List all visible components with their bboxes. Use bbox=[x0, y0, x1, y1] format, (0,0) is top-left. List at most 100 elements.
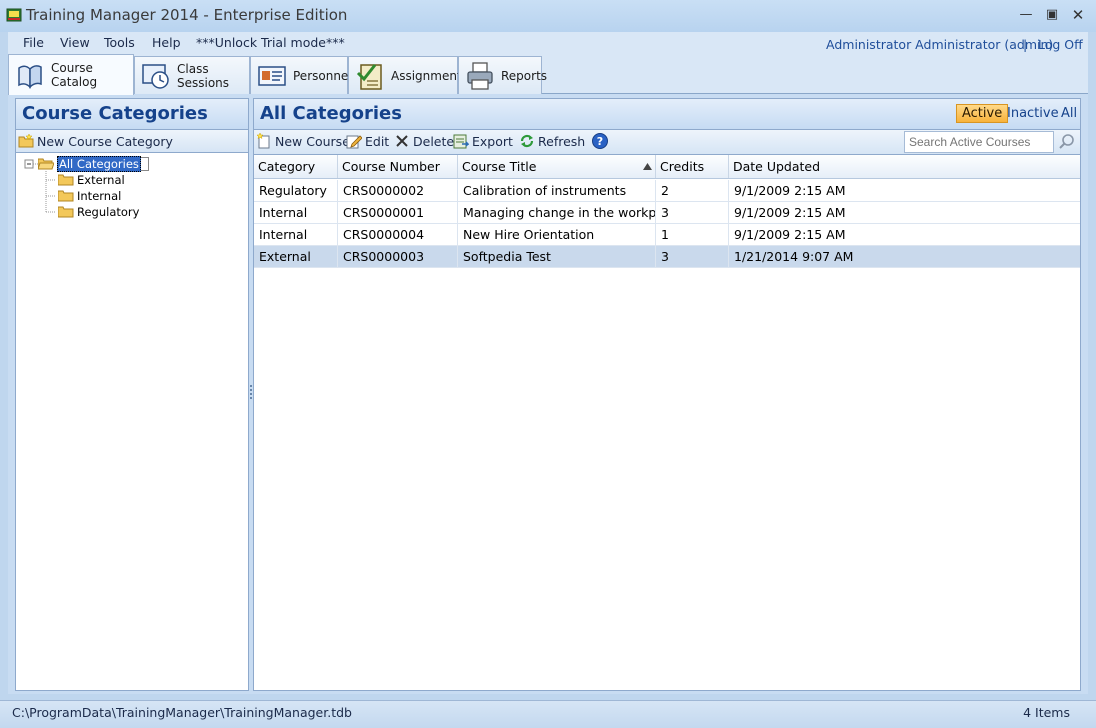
cell-category: Internal bbox=[254, 224, 338, 245]
new-folder-icon bbox=[18, 133, 34, 148]
menu-help[interactable]: Help bbox=[152, 35, 181, 50]
app-icon bbox=[6, 8, 22, 22]
cell-course-title: Calibration of instruments bbox=[458, 180, 656, 201]
column-header-course-title[interactable]: Course Title bbox=[458, 155, 656, 178]
tab-course-catalog[interactable]: Course Catalog bbox=[8, 54, 134, 95]
course-toolbar: New Course Edit Delete Export Refresh ? … bbox=[253, 130, 1081, 154]
tab-reports[interactable]: Reports bbox=[458, 56, 547, 94]
new-course-label: New Course bbox=[275, 133, 350, 149]
cell-credits: 2 bbox=[656, 180, 729, 201]
filter-all[interactable]: All bbox=[1056, 105, 1082, 122]
printer-icon bbox=[467, 61, 493, 90]
left-panel-title: Course Categories bbox=[15, 98, 249, 130]
menu-bar: File View Tools Help ***Unlock Trial mod… bbox=[8, 32, 1088, 54]
tree-edit-box bbox=[140, 157, 149, 171]
category-tree: All Categories External Internal Regulat… bbox=[15, 152, 249, 691]
tree-node-label: All Categories bbox=[56, 155, 142, 173]
tree-node-label: External bbox=[77, 173, 125, 187]
edit-icon bbox=[346, 135, 362, 149]
menu-file[interactable]: File bbox=[23, 35, 44, 50]
column-header-course-number[interactable]: Course Number bbox=[338, 155, 458, 178]
cell-category: Internal bbox=[254, 202, 338, 223]
tree-node-all-categories[interactable]: All Categories bbox=[38, 155, 149, 173]
menu-unlock-trial[interactable]: ***Unlock Trial mode*** bbox=[196, 35, 345, 50]
export-label: Export bbox=[472, 133, 513, 149]
tree-node-external[interactable]: External bbox=[58, 172, 125, 188]
logoff-link[interactable]: Log Off bbox=[1038, 37, 1083, 52]
status-bar: C:\ProgramData\TrainingManager\TrainingM… bbox=[0, 700, 1096, 728]
cell-course-title: Managing change in the workplace bbox=[458, 202, 656, 223]
cell-date-updated: 9/1/2009 2:15 AM bbox=[734, 205, 846, 220]
tree-node-label: Regulatory bbox=[77, 205, 140, 219]
refresh-button[interactable]: Refresh bbox=[519, 132, 585, 150]
edit-label: Edit bbox=[365, 133, 390, 149]
export-icon bbox=[453, 134, 469, 149]
menu-tools[interactable]: Tools bbox=[104, 35, 135, 50]
help-icon: ? bbox=[592, 133, 608, 149]
left-toolbar: New Course Category bbox=[15, 130, 249, 152]
cell-course-number: CRS0000003 bbox=[338, 246, 458, 267]
open-folder-icon bbox=[38, 158, 54, 170]
new-course-button[interactable]: New Course bbox=[256, 132, 350, 150]
cell-course-number: CRS0000002 bbox=[338, 180, 458, 201]
delete-icon bbox=[396, 135, 408, 147]
new-document-icon bbox=[256, 133, 270, 149]
edit-button[interactable]: Edit bbox=[346, 132, 389, 150]
grid-header: Category Course Number Course Title Cred… bbox=[254, 155, 1080, 179]
help-button[interactable]: ? bbox=[592, 132, 611, 150]
folder-icon bbox=[58, 206, 74, 218]
window-title: Training Manager 2014 - Enterprise Editi… bbox=[26, 6, 348, 24]
main-area: Course Categories New Course Category Al… bbox=[8, 94, 1088, 694]
title-bar: Training Manager 2014 - Enterprise Editi… bbox=[0, 0, 1096, 32]
new-course-category-button[interactable]: New Course Category bbox=[18, 132, 173, 150]
user-separator: | bbox=[1023, 37, 1028, 52]
tab-personnel[interactable]: Personnel bbox=[250, 56, 352, 94]
checklist-icon bbox=[356, 63, 382, 90]
id-card-icon bbox=[258, 65, 286, 86]
tab-label: Personnel bbox=[293, 68, 352, 83]
filter-active[interactable]: Active bbox=[956, 104, 1009, 123]
tab-label: Reports bbox=[501, 68, 548, 83]
cell-course-title: Softpedia Test bbox=[458, 246, 656, 267]
right-panel-title: All Categories bbox=[260, 103, 402, 124]
menu-view[interactable]: View bbox=[60, 35, 90, 50]
new-course-category-label: New Course Category bbox=[37, 133, 173, 149]
filter-inactive[interactable]: Inactive bbox=[1002, 105, 1064, 122]
right-panel-header: All Categories Active Inactive All bbox=[253, 98, 1081, 130]
column-header-category[interactable]: Category bbox=[254, 155, 338, 178]
column-header-label: Course Title bbox=[462, 159, 537, 174]
cell-course-number: CRS0000001 bbox=[338, 202, 458, 223]
minimize-button[interactable]: — bbox=[1016, 6, 1036, 24]
cell-date-updated: 9/1/2009 2:15 AM bbox=[734, 183, 846, 198]
svg-text:?: ? bbox=[597, 135, 603, 148]
database-path: C:\ProgramData\TrainingManager\TrainingM… bbox=[12, 705, 352, 720]
cell-category: Regulatory bbox=[254, 180, 338, 201]
tab-label: Course Catalog bbox=[51, 61, 98, 89]
cell-category: External bbox=[254, 246, 338, 267]
search-icon[interactable] bbox=[1058, 133, 1076, 151]
module-tabs: Course Catalog Class Sessions Personnel … bbox=[8, 54, 1088, 95]
table-row[interactable]: Internal CRS0000004 New Hire Orientation… bbox=[254, 224, 1080, 246]
folder-icon bbox=[58, 190, 74, 202]
delete-button[interactable]: Delete bbox=[394, 132, 454, 150]
cell-date-updated: 1/21/2014 9:07 AM bbox=[734, 249, 854, 264]
column-header-credits[interactable]: Credits bbox=[656, 155, 729, 178]
search-input[interactable] bbox=[904, 131, 1054, 153]
cell-credits: 1 bbox=[656, 224, 729, 245]
maximize-button[interactable]: ▣ bbox=[1042, 6, 1062, 24]
table-row[interactable]: Internal CRS0000001 Managing change in t… bbox=[254, 202, 1080, 224]
close-button[interactable]: ✕ bbox=[1068, 6, 1088, 24]
table-row[interactable]: Regulatory CRS0000002 Calibration of ins… bbox=[254, 180, 1080, 202]
column-header-date-updated[interactable]: Date Updated bbox=[729, 155, 1080, 178]
table-row-selected[interactable]: External CRS0000003 Softpedia Test 3 1/2… bbox=[254, 246, 1080, 268]
tree-node-internal[interactable]: Internal bbox=[58, 188, 121, 204]
refresh-icon bbox=[520, 134, 534, 148]
sort-ascending-icon bbox=[643, 163, 652, 170]
tab-assignments[interactable]: Assignments bbox=[348, 56, 468, 94]
tab-class-sessions[interactable]: Class Sessions bbox=[134, 56, 250, 94]
book-icon bbox=[18, 65, 42, 89]
export-button[interactable]: Export bbox=[453, 132, 513, 150]
clock-icon bbox=[142, 63, 169, 89]
tree-node-regulatory[interactable]: Regulatory bbox=[58, 204, 139, 220]
cell-course-title: New Hire Orientation bbox=[458, 224, 656, 245]
